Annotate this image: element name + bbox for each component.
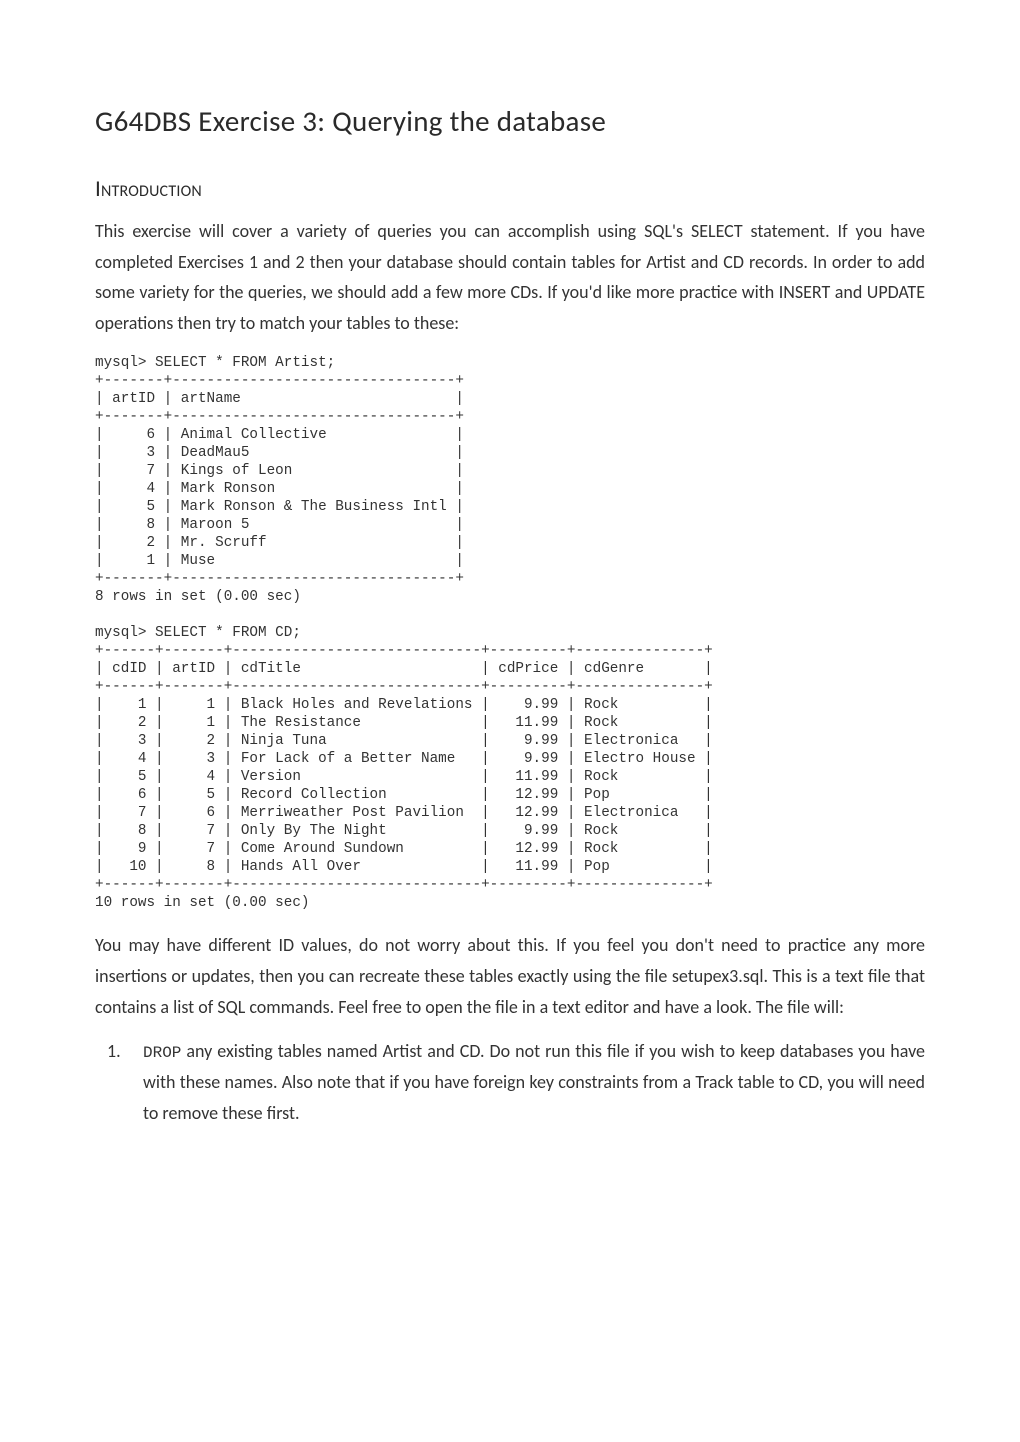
inline-code-drop: DROP: [143, 1044, 181, 1062]
after-terminal-paragraph: You may have different ID values, do not…: [95, 930, 925, 1022]
section-heading-introduction: Introduction: [95, 172, 925, 207]
list-item-text: any existing tables named Artist and CD.…: [143, 1040, 925, 1124]
page-title: G64DBS Exercise 3: Querying the database: [95, 100, 925, 144]
list-item-number: 1.: [107, 1036, 121, 1067]
title-text: G64DBS Exercise 3: Querying the database: [95, 103, 606, 139]
terminal-output: mysql> SELECT * FROM Artist; +-------+--…: [95, 354, 925, 912]
numbered-list: 1. DROP any existing tables named Artist…: [95, 1036, 925, 1128]
intro-paragraph: This exercise will cover a variety of qu…: [95, 216, 925, 338]
list-item: 1. DROP any existing tables named Artist…: [129, 1036, 925, 1128]
